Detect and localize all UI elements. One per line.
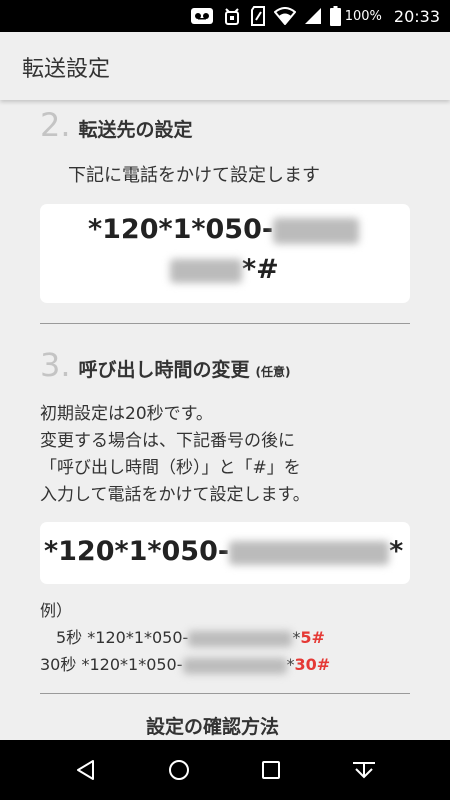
ring-time-desc-4: 入力して電話をかけて設定します。 <box>40 485 310 505</box>
example-code: *120*1*050- <box>81 655 183 674</box>
forward-code-suffix: *# <box>242 254 279 285</box>
battery-icon <box>329 6 341 26</box>
back-button[interactable] <box>61 745 111 795</box>
example-value: 5# <box>300 628 325 647</box>
ring-time-desc-3: 「呼び出し時間（秒）」と「#」を <box>40 458 301 478</box>
ring-time-code-card[interactable]: *120*1*050- * <box>40 522 410 584</box>
ring-time-code-text: *120*1*050- <box>44 536 230 567</box>
example-value: 30# <box>294 655 331 674</box>
voicemail-icon <box>190 7 214 25</box>
redacted-number <box>229 540 390 565</box>
example-suffix: * <box>286 655 295 674</box>
ring-time-code-suffix: * <box>389 536 404 567</box>
step-number: 3. <box>40 346 71 384</box>
step-number: 2. <box>40 106 71 144</box>
example-seconds: 30秒 <box>40 655 77 674</box>
forward-code-text: *120*1*050- <box>88 214 274 245</box>
section-forward-target-heading: 2. 転送先の設定 <box>40 106 193 144</box>
redacted-number <box>188 630 293 647</box>
section-ring-time-heading: 3. 呼び出し時間の変更 (任意) <box>40 346 291 384</box>
sim-icon <box>250 6 266 26</box>
wifi-icon <box>273 7 296 25</box>
redacted-number <box>273 217 360 244</box>
navigation-bar <box>0 740 450 800</box>
example-row-5s: 5秒 *120*1*050- *5# <box>56 624 325 648</box>
forward-code-line2: *# <box>170 254 279 285</box>
forward-code-line1: *120*1*050- <box>88 214 360 245</box>
recents-button[interactable] <box>246 745 296 795</box>
ring-time-desc-2: 変更する場合は、下記番号の後に <box>40 431 295 451</box>
status-bar: 100% 20:33 <box>0 0 450 32</box>
step-title: 呼び出し時間の変更 <box>78 359 250 381</box>
forward-code-card[interactable]: *120*1*050- *# <box>40 204 410 303</box>
example-code: *120*1*050- <box>87 628 189 647</box>
back-icon <box>77 760 95 780</box>
redacted-number <box>170 258 242 283</box>
divider <box>40 323 410 324</box>
home-button[interactable] <box>154 745 204 795</box>
page-title: 転送設定 <box>22 57 111 82</box>
divider <box>40 693 410 694</box>
settings-content[interactable]: 2. 転送先の設定 下記に電話をかけて設定します *120*1*050- *# … <box>0 100 450 740</box>
confirm-method-heading: 設定の確認方法 <box>146 716 280 738</box>
keyboard-hide-icon <box>352 762 375 779</box>
instruction-text: 下記に電話をかけて設定します <box>68 165 320 186</box>
android-debug-icon <box>222 6 242 26</box>
keyboard-hide-button[interactable] <box>339 745 389 795</box>
signal-icon <box>304 7 322 25</box>
example-row-30s: 30秒 *120*1*050- *30# <box>40 651 330 675</box>
step-title: 転送先の設定 <box>78 119 193 141</box>
redacted-number <box>182 657 287 674</box>
app-bar: 転送設定 <box>0 32 450 100</box>
ring-time-code: *120*1*050- * <box>44 536 403 567</box>
optional-note: (任意) <box>255 365 291 379</box>
ring-time-desc-1: 初期設定は20秒です。 <box>40 404 213 424</box>
example-label: 例） <box>40 601 73 620</box>
battery-percent: 100% <box>344 8 382 24</box>
home-icon <box>168 760 189 780</box>
example-seconds: 5秒 <box>56 628 83 647</box>
clock: 20:33 <box>393 6 440 26</box>
recents-icon <box>262 761 281 779</box>
